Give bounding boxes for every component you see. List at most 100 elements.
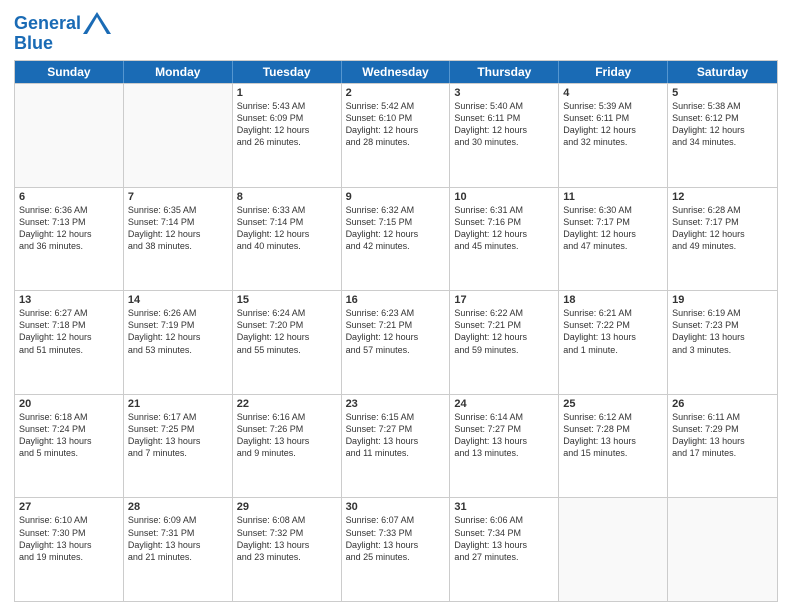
calendar-cell: 21Sunrise: 6:17 AM Sunset: 7:25 PM Dayli…	[124, 395, 233, 498]
day-number: 16	[346, 294, 446, 306]
calendar-cell	[124, 84, 233, 187]
cell-daylight-info: Sunrise: 6:16 AM Sunset: 7:26 PM Dayligh…	[237, 411, 337, 460]
cell-daylight-info: Sunrise: 6:30 AM Sunset: 7:17 PM Dayligh…	[563, 204, 663, 253]
day-number: 8	[237, 191, 337, 203]
cell-daylight-info: Sunrise: 6:21 AM Sunset: 7:22 PM Dayligh…	[563, 307, 663, 356]
calendar-cell: 31Sunrise: 6:06 AM Sunset: 7:34 PM Dayli…	[450, 498, 559, 601]
day-number: 27	[19, 501, 119, 513]
header-cell-wednesday: Wednesday	[342, 61, 451, 83]
calendar-cell: 7Sunrise: 6:35 AM Sunset: 7:14 PM Daylig…	[124, 188, 233, 291]
calendar-cell: 12Sunrise: 6:28 AM Sunset: 7:17 PM Dayli…	[668, 188, 777, 291]
cell-daylight-info: Sunrise: 6:36 AM Sunset: 7:13 PM Dayligh…	[19, 204, 119, 253]
cell-daylight-info: Sunrise: 6:32 AM Sunset: 7:15 PM Dayligh…	[346, 204, 446, 253]
calendar-cell: 14Sunrise: 6:26 AM Sunset: 7:19 PM Dayli…	[124, 291, 233, 394]
calendar-row-3: 20Sunrise: 6:18 AM Sunset: 7:24 PM Dayli…	[15, 394, 777, 498]
logo-text-blue: Blue	[14, 33, 53, 53]
day-number: 31	[454, 501, 554, 513]
cell-daylight-info: Sunrise: 5:40 AM Sunset: 6:11 PM Dayligh…	[454, 100, 554, 149]
cell-daylight-info: Sunrise: 5:39 AM Sunset: 6:11 PM Dayligh…	[563, 100, 663, 149]
calendar-cell: 18Sunrise: 6:21 AM Sunset: 7:22 PM Dayli…	[559, 291, 668, 394]
calendar-cell: 28Sunrise: 6:09 AM Sunset: 7:31 PM Dayli…	[124, 498, 233, 601]
header-cell-tuesday: Tuesday	[233, 61, 342, 83]
day-number: 25	[563, 398, 663, 410]
day-number: 7	[128, 191, 228, 203]
calendar-cell: 9Sunrise: 6:32 AM Sunset: 7:15 PM Daylig…	[342, 188, 451, 291]
calendar-cell: 23Sunrise: 6:15 AM Sunset: 7:27 PM Dayli…	[342, 395, 451, 498]
day-number: 22	[237, 398, 337, 410]
calendar-cell	[15, 84, 124, 187]
calendar-cell: 2Sunrise: 5:42 AM Sunset: 6:10 PM Daylig…	[342, 84, 451, 187]
day-number: 24	[454, 398, 554, 410]
day-number: 28	[128, 501, 228, 513]
cell-daylight-info: Sunrise: 6:35 AM Sunset: 7:14 PM Dayligh…	[128, 204, 228, 253]
header-cell-monday: Monday	[124, 61, 233, 83]
day-number: 20	[19, 398, 119, 410]
cell-daylight-info: Sunrise: 6:07 AM Sunset: 7:33 PM Dayligh…	[346, 514, 446, 563]
header-cell-saturday: Saturday	[668, 61, 777, 83]
calendar-cell: 5Sunrise: 5:38 AM Sunset: 6:12 PM Daylig…	[668, 84, 777, 187]
calendar-row-4: 27Sunrise: 6:10 AM Sunset: 7:30 PM Dayli…	[15, 497, 777, 601]
calendar-cell: 29Sunrise: 6:08 AM Sunset: 7:32 PM Dayli…	[233, 498, 342, 601]
day-number: 1	[237, 87, 337, 99]
cell-daylight-info: Sunrise: 6:09 AM Sunset: 7:31 PM Dayligh…	[128, 514, 228, 563]
logo: General Blue	[14, 14, 111, 54]
cell-daylight-info: Sunrise: 6:19 AM Sunset: 7:23 PM Dayligh…	[672, 307, 773, 356]
calendar-row-1: 6Sunrise: 6:36 AM Sunset: 7:13 PM Daylig…	[15, 187, 777, 291]
calendar-cell	[668, 498, 777, 601]
logo-text-general: General	[14, 14, 81, 34]
calendar-cell: 20Sunrise: 6:18 AM Sunset: 7:24 PM Dayli…	[15, 395, 124, 498]
calendar-cell: 16Sunrise: 6:23 AM Sunset: 7:21 PM Dayli…	[342, 291, 451, 394]
cell-daylight-info: Sunrise: 6:17 AM Sunset: 7:25 PM Dayligh…	[128, 411, 228, 460]
cell-daylight-info: Sunrise: 6:24 AM Sunset: 7:20 PM Dayligh…	[237, 307, 337, 356]
cell-daylight-info: Sunrise: 5:43 AM Sunset: 6:09 PM Dayligh…	[237, 100, 337, 149]
day-number: 17	[454, 294, 554, 306]
cell-daylight-info: Sunrise: 6:27 AM Sunset: 7:18 PM Dayligh…	[19, 307, 119, 356]
calendar-cell: 30Sunrise: 6:07 AM Sunset: 7:33 PM Dayli…	[342, 498, 451, 601]
calendar-cell: 6Sunrise: 6:36 AM Sunset: 7:13 PM Daylig…	[15, 188, 124, 291]
header: General Blue	[14, 10, 778, 54]
cell-daylight-info: Sunrise: 6:10 AM Sunset: 7:30 PM Dayligh…	[19, 514, 119, 563]
day-number: 18	[563, 294, 663, 306]
day-number: 23	[346, 398, 446, 410]
calendar-cell: 15Sunrise: 6:24 AM Sunset: 7:20 PM Dayli…	[233, 291, 342, 394]
cell-daylight-info: Sunrise: 6:33 AM Sunset: 7:14 PM Dayligh…	[237, 204, 337, 253]
calendar-cell: 27Sunrise: 6:10 AM Sunset: 7:30 PM Dayli…	[15, 498, 124, 601]
calendar-cell: 17Sunrise: 6:22 AM Sunset: 7:21 PM Dayli…	[450, 291, 559, 394]
calendar-row-0: 1Sunrise: 5:43 AM Sunset: 6:09 PM Daylig…	[15, 83, 777, 187]
calendar-row-2: 13Sunrise: 6:27 AM Sunset: 7:18 PM Dayli…	[15, 290, 777, 394]
day-number: 29	[237, 501, 337, 513]
day-number: 15	[237, 294, 337, 306]
cell-daylight-info: Sunrise: 6:15 AM Sunset: 7:27 PM Dayligh…	[346, 411, 446, 460]
calendar-cell: 25Sunrise: 6:12 AM Sunset: 7:28 PM Dayli…	[559, 395, 668, 498]
calendar-cell: 1Sunrise: 5:43 AM Sunset: 6:09 PM Daylig…	[233, 84, 342, 187]
day-number: 4	[563, 87, 663, 99]
cell-daylight-info: Sunrise: 6:31 AM Sunset: 7:16 PM Dayligh…	[454, 204, 554, 253]
cell-daylight-info: Sunrise: 6:18 AM Sunset: 7:24 PM Dayligh…	[19, 411, 119, 460]
calendar: SundayMondayTuesdayWednesdayThursdayFrid…	[14, 60, 778, 602]
day-number: 2	[346, 87, 446, 99]
cell-daylight-info: Sunrise: 6:06 AM Sunset: 7:34 PM Dayligh…	[454, 514, 554, 563]
cell-daylight-info: Sunrise: 6:08 AM Sunset: 7:32 PM Dayligh…	[237, 514, 337, 563]
day-number: 9	[346, 191, 446, 203]
calendar-cell: 24Sunrise: 6:14 AM Sunset: 7:27 PM Dayli…	[450, 395, 559, 498]
header-cell-friday: Friday	[559, 61, 668, 83]
cell-daylight-info: Sunrise: 6:11 AM Sunset: 7:29 PM Dayligh…	[672, 411, 773, 460]
cell-daylight-info: Sunrise: 6:14 AM Sunset: 7:27 PM Dayligh…	[454, 411, 554, 460]
calendar-cell: 19Sunrise: 6:19 AM Sunset: 7:23 PM Dayli…	[668, 291, 777, 394]
page: General Blue SundayMondayTuesdayWednesda…	[0, 0, 792, 612]
logo-icon	[83, 12, 111, 34]
day-number: 14	[128, 294, 228, 306]
calendar-cell: 13Sunrise: 6:27 AM Sunset: 7:18 PM Dayli…	[15, 291, 124, 394]
day-number: 30	[346, 501, 446, 513]
calendar-cell: 8Sunrise: 6:33 AM Sunset: 7:14 PM Daylig…	[233, 188, 342, 291]
cell-daylight-info: Sunrise: 6:26 AM Sunset: 7:19 PM Dayligh…	[128, 307, 228, 356]
day-number: 3	[454, 87, 554, 99]
day-number: 5	[672, 87, 773, 99]
calendar-body: 1Sunrise: 5:43 AM Sunset: 6:09 PM Daylig…	[15, 83, 777, 601]
cell-daylight-info: Sunrise: 5:38 AM Sunset: 6:12 PM Dayligh…	[672, 100, 773, 149]
header-cell-sunday: Sunday	[15, 61, 124, 83]
calendar-header-row: SundayMondayTuesdayWednesdayThursdayFrid…	[15, 61, 777, 83]
cell-daylight-info: Sunrise: 6:23 AM Sunset: 7:21 PM Dayligh…	[346, 307, 446, 356]
calendar-cell: 26Sunrise: 6:11 AM Sunset: 7:29 PM Dayli…	[668, 395, 777, 498]
cell-daylight-info: Sunrise: 5:42 AM Sunset: 6:10 PM Dayligh…	[346, 100, 446, 149]
